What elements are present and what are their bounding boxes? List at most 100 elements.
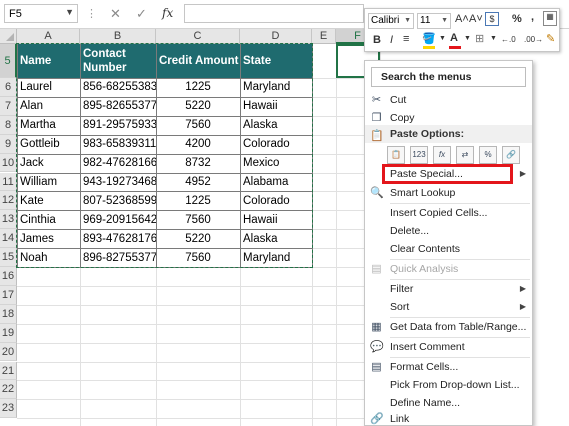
- menu-item-format-cells[interactable]: ▤ Format Cells...: [365, 358, 532, 376]
- comma-style-button[interactable]: ,: [531, 11, 534, 23]
- fill-color-icon[interactable]: 🪣: [421, 32, 437, 45]
- row-header-6[interactable]: 6: [0, 78, 17, 97]
- font-size-select[interactable]: 11 ▼: [417, 13, 451, 29]
- column-header-d[interactable]: D: [240, 29, 312, 44]
- table-cell[interactable]: 807-52368599: [80, 191, 156, 210]
- paste-formulas-icon[interactable]: fx: [433, 146, 451, 164]
- chevron-down-icon[interactable]: ▼: [490, 35, 497, 42]
- borders-button[interactable]: ⊞: [475, 32, 484, 45]
- table-cell[interactable]: Hawaii: [240, 210, 312, 229]
- table-cell[interactable]: Alaska: [240, 116, 312, 135]
- table-cell[interactable]: Colorado: [240, 191, 312, 210]
- row-header-10[interactable]: 10: [0, 153, 17, 173]
- menu-item-insert-comment[interactable]: 💬 Insert Comment: [365, 338, 532, 356]
- table-cell[interactable]: Cinthia: [17, 210, 80, 229]
- row-header-23[interactable]: 23: [0, 399, 17, 419]
- table-cell[interactable]: Laurel: [17, 78, 80, 97]
- menu-item-link[interactable]: 🔗 Link: [365, 410, 532, 426]
- row-header-7[interactable]: 7: [0, 96, 17, 116]
- table-header-cell[interactable]: State: [240, 44, 312, 78]
- formula-input[interactable]: [184, 4, 364, 23]
- menu-item-sort[interactable]: Sort ▶: [365, 298, 532, 316]
- table-cell[interactable]: 969-20915642: [80, 210, 156, 229]
- select-all-button[interactable]: [0, 29, 17, 44]
- table-cell[interactable]: Colorado: [240, 135, 312, 154]
- table-header-cell[interactable]: Credit Amount: [156, 44, 240, 78]
- table-cell[interactable]: 982-47628166: [80, 154, 156, 173]
- row-header-14[interactable]: 14: [0, 229, 17, 249]
- chevron-down-icon[interactable]: ▼: [439, 35, 446, 42]
- table-header-cell[interactable]: Name: [17, 44, 80, 78]
- paste-formatting-icon[interactable]: %: [479, 146, 497, 164]
- paste-icon[interactable]: 📋: [387, 146, 405, 164]
- table-cell[interactable]: 7560: [156, 210, 240, 229]
- table-cell[interactable]: 896-82755377: [80, 248, 156, 267]
- table-cell[interactable]: 893-47628176: [80, 229, 156, 248]
- row-header-11[interactable]: 11: [0, 172, 17, 192]
- percent-button[interactable]: %: [512, 13, 522, 25]
- row-header-21[interactable]: 21: [0, 361, 17, 381]
- paste-transpose-icon[interactable]: ⇄: [456, 146, 474, 164]
- name-box[interactable]: F5 ▼: [4, 4, 78, 23]
- table-cell[interactable]: 943-19273468: [80, 173, 156, 192]
- menu-item-filter[interactable]: Filter ▶: [365, 280, 532, 298]
- insert-function-icon[interactable]: fx: [162, 6, 173, 20]
- table-cell[interactable]: Kate: [17, 191, 80, 210]
- row-header-16[interactable]: 16: [0, 267, 17, 286]
- drag-handle-icon[interactable]: ⋮: [86, 7, 97, 20]
- table-cell[interactable]: 891-29575933: [80, 116, 156, 135]
- table-cell[interactable]: Martha: [17, 116, 80, 135]
- table-cell[interactable]: Alabama: [240, 173, 312, 192]
- table-cell[interactable]: William: [17, 173, 80, 192]
- bold-button[interactable]: B: [373, 34, 381, 46]
- table-cell[interactable]: 895-82655377: [80, 97, 156, 116]
- table-cell[interactable]: 7560: [156, 116, 240, 135]
- menu-item-delete[interactable]: Delete...: [365, 222, 532, 240]
- table-cell[interactable]: 8732: [156, 154, 240, 173]
- chevron-down-icon[interactable]: ▼: [464, 35, 471, 42]
- table-cell[interactable]: 5220: [156, 97, 240, 116]
- menu-item-insert-copied-cells[interactable]: Insert Copied Cells...: [365, 204, 532, 222]
- row-header-17[interactable]: 17: [0, 285, 17, 305]
- table-cell[interactable]: Alaska: [240, 229, 312, 248]
- chevron-down-icon[interactable]: ▼: [65, 7, 74, 17]
- table-cell[interactable]: Maryland: [240, 78, 312, 97]
- table-cell[interactable]: Gottleib: [17, 135, 80, 154]
- enter-icon[interactable]: ✓: [136, 6, 147, 22]
- italic-button[interactable]: I: [390, 34, 393, 46]
- increase-decimal-button[interactable]: ←.0: [501, 35, 516, 44]
- column-header-b[interactable]: B: [80, 29, 156, 44]
- table-cell[interactable]: 856-68255383: [80, 78, 156, 97]
- table-cell[interactable]: 4200: [156, 135, 240, 154]
- column-header-a[interactable]: A: [17, 29, 80, 44]
- format-painter-icon[interactable]: ▦: [543, 11, 557, 26]
- row-header-5[interactable]: 5: [0, 44, 17, 78]
- font-name-select[interactable]: Calibri ▼: [368, 13, 414, 29]
- menu-item-get-data[interactable]: ▦ Get Data from Table/Range...: [365, 318, 532, 336]
- row-header-19[interactable]: 19: [0, 323, 17, 343]
- table-cell[interactable]: Maryland: [240, 248, 312, 267]
- table-cell[interactable]: Hawaii: [240, 97, 312, 116]
- table-cell[interactable]: 4952: [156, 173, 240, 192]
- menu-item-cut[interactable]: ✂ Cut: [365, 91, 532, 109]
- table-cell[interactable]: 1225: [156, 78, 240, 97]
- paste-link-icon[interactable]: 🔗: [502, 146, 520, 164]
- row-header-12[interactable]: 12: [0, 191, 17, 211]
- row-header-18[interactable]: 18: [0, 304, 17, 324]
- menu-item-smart-lookup[interactable]: 🔍 Smart Lookup: [365, 184, 532, 202]
- eraser-icon[interactable]: ✎: [546, 32, 555, 45]
- align-button[interactable]: ≡: [403, 33, 409, 45]
- column-header-c[interactable]: C: [156, 29, 240, 44]
- table-cell[interactable]: Alan: [17, 97, 80, 116]
- table-cell[interactable]: 1225: [156, 191, 240, 210]
- search-menus-input[interactable]: Search the menus: [371, 67, 526, 87]
- table-cell[interactable]: 983-65839311: [80, 135, 156, 154]
- row-header-9[interactable]: 9: [0, 134, 17, 154]
- row-header-22[interactable]: 22: [0, 380, 17, 400]
- table-cell[interactable]: 5220: [156, 229, 240, 248]
- currency-button[interactable]: $: [485, 12, 499, 26]
- menu-item-clear-contents[interactable]: Clear Contents: [365, 240, 532, 258]
- table-cell[interactable]: Jack: [17, 154, 80, 173]
- table-cell[interactable]: Noah: [17, 248, 80, 267]
- table-cell[interactable]: Mexico: [240, 154, 312, 173]
